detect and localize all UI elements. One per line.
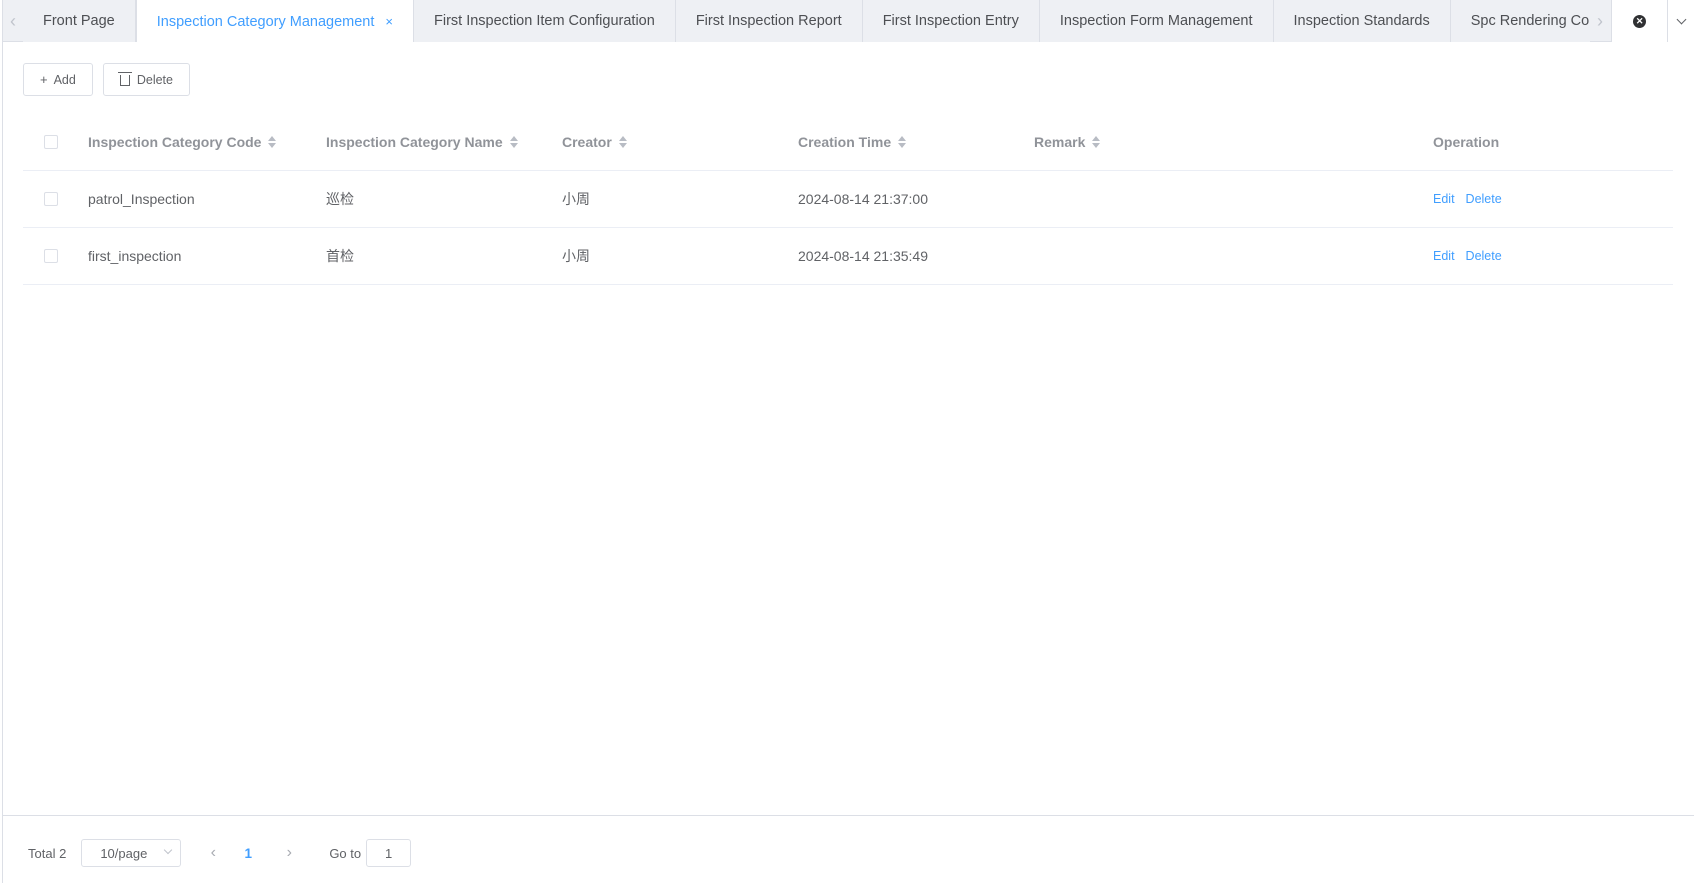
sort-icon[interactable]: [509, 135, 518, 148]
row-select-cell: [44, 171, 58, 227]
column-header-label: Creation Time: [798, 133, 892, 150]
row-checkbox[interactable]: [44, 249, 58, 263]
page-size-select[interactable]: 10/page: [81, 839, 182, 867]
tab-scroll-next-icon[interactable]: ›: [1590, 0, 1610, 42]
left-edge-strip: [0, 0, 3, 883]
tab-label: Spc Rendering Condit: [1470, 13, 1590, 29]
column-header-code[interactable]: Inspection Category Code: [88, 113, 277, 170]
tab-first-inspection-report[interactable]: First Inspection Report: [675, 0, 863, 42]
table-header: Inspection Category Code Inspection Cate…: [23, 113, 1673, 171]
column-header-creator[interactable]: Creator: [562, 113, 627, 170]
sort-icon[interactable]: [618, 135, 627, 148]
pagination-footer: Total 2 10/page ‹ 1 › Go to: [3, 815, 1694, 883]
tab-inspection-category-management[interactable]: Inspection Category Management ×: [135, 0, 414, 42]
column-header-operation: Operation: [1433, 113, 1499, 170]
tab-more-dropdown[interactable]: [1667, 0, 1694, 42]
table-row[interactable]: patrol_Inspection 巡检 小周 2024-08-14 21:37…: [23, 171, 1673, 228]
trash-icon: [117, 72, 132, 86]
goto-label: Go to: [329, 845, 362, 861]
delete-link[interactable]: Delete: [1466, 192, 1502, 206]
tab-label: Inspection Category Management: [156, 13, 375, 30]
sort-icon[interactable]: [268, 135, 277, 148]
column-header-label: Operation: [1433, 133, 1500, 150]
chevron-down-icon: [1676, 14, 1687, 24]
column-header-label: Inspection Category Name: [326, 133, 503, 150]
edit-link[interactable]: Edit: [1433, 192, 1455, 206]
select-all-checkbox[interactable]: [44, 134, 58, 149]
tab-first-inspection-entry[interactable]: First Inspection Entry: [862, 0, 1040, 42]
prev-page-icon[interactable]: ‹: [198, 844, 228, 862]
tab-label: First Inspection Item Configuration: [433, 13, 655, 29]
table-row[interactable]: first_inspection 首检 小周 2024-08-14 21:35:…: [23, 228, 1673, 285]
delete-link[interactable]: Delete: [1466, 249, 1502, 263]
tab-scroll-prev-icon[interactable]: ‹: [3, 0, 23, 42]
column-header-remark[interactable]: Remark: [1034, 113, 1101, 170]
edit-link[interactable]: Edit: [1433, 249, 1455, 263]
toolbar: + Add Delete: [23, 63, 190, 96]
column-header-label: Inspection Category Code: [88, 133, 262, 150]
page-size-value: 10/page: [100, 845, 148, 861]
goto-page-input[interactable]: [366, 839, 412, 867]
next-page-icon[interactable]: ›: [274, 844, 304, 862]
close-circle-icon: ✕: [1633, 14, 1647, 28]
tab-actions: ✕: [1611, 0, 1694, 42]
column-header-label: Creator: [562, 133, 612, 150]
goto-page: Go to: [329, 839, 412, 867]
cell-operation: Edit Delete: [1433, 228, 1513, 284]
tab-label: Front Page: [43, 13, 115, 29]
cell-name: 首检: [326, 248, 354, 264]
cell-name: 巡检: [326, 191, 354, 207]
total-count: Total 2: [28, 845, 67, 861]
add-button-label: Add: [53, 72, 76, 87]
page-number-current[interactable]: 1: [228, 846, 268, 861]
tab-label: First Inspection Entry: [882, 13, 1019, 29]
add-button[interactable]: + Add: [23, 63, 93, 96]
tab-inspection-standards[interactable]: Inspection Standards: [1273, 0, 1451, 42]
row-select-cell: [44, 228, 58, 284]
delete-button-label: Delete: [136, 72, 173, 87]
category-table: Inspection Category Code Inspection Cate…: [23, 113, 1673, 285]
plus-icon: +: [40, 72, 48, 87]
cell-creator: 小周: [562, 191, 590, 207]
select-all-cell: [44, 113, 58, 170]
cell-operation: Edit Delete: [1433, 171, 1513, 227]
cell-creator: 小周: [562, 248, 590, 264]
row-checkbox[interactable]: [44, 192, 58, 206]
tab-label: First Inspection Report: [695, 13, 842, 29]
tab-bar: ‹ Front Page Inspection Category Manageme…: [3, 0, 1694, 42]
column-header-label: Remark: [1034, 133, 1086, 150]
tab-front-page[interactable]: Front Page: [23, 0, 136, 42]
tab-label: Inspection Standards: [1293, 13, 1430, 29]
app-window: ‹ Front Page Inspection Category Manageme…: [0, 0, 1694, 883]
delete-button[interactable]: Delete: [102, 63, 190, 96]
sort-icon[interactable]: [898, 135, 907, 148]
cell-creation-time: 2024-08-14 21:35:49: [798, 248, 928, 264]
tab-label: Inspection Form Management: [1059, 13, 1253, 29]
tab-close-icon[interactable]: ×: [385, 14, 393, 29]
cell-code: patrol_Inspection: [88, 191, 195, 207]
tab-inspection-form-management[interactable]: Inspection Form Management: [1039, 0, 1274, 42]
close-all-tabs-button[interactable]: ✕: [1612, 0, 1667, 42]
column-header-name[interactable]: Inspection Category Name: [326, 113, 518, 170]
cell-code: first_inspection: [88, 248, 182, 264]
tab-first-inspection-item-configuration[interactable]: First Inspection Item Configuration: [413, 0, 676, 42]
tab-spc-rendering-conditions[interactable]: Spc Rendering Condit: [1450, 0, 1590, 42]
column-header-creation-time[interactable]: Creation Time: [798, 113, 907, 170]
tab-list: Front Page Inspection Category Management…: [23, 0, 1590, 42]
sort-icon[interactable]: [1092, 135, 1101, 148]
pagination: Total 2 10/page ‹ 1 › Go to: [28, 839, 412, 867]
chevron-down-icon: [164, 845, 173, 855]
cell-creation-time: 2024-08-14 21:37:00: [798, 191, 928, 207]
